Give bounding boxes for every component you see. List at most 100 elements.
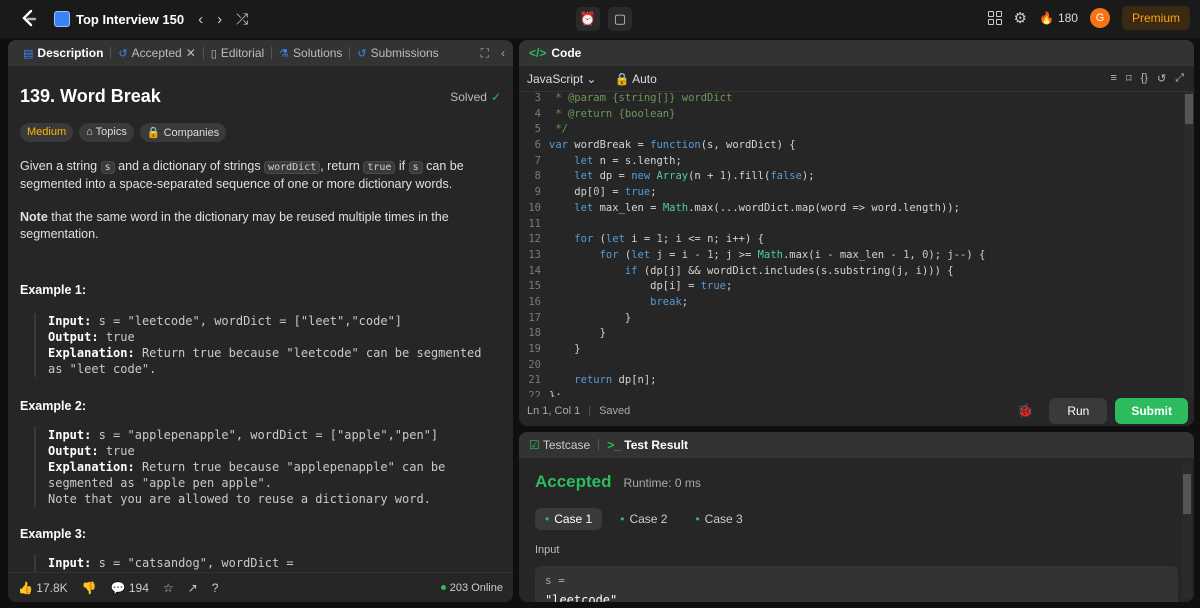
- editor-scrollbar[interactable]: [1184, 92, 1194, 397]
- avatar[interactable]: G: [1089, 8, 1110, 28]
- online-count: 203 Online: [440, 582, 503, 594]
- code-panel: </> Code JavaScript ⌄ 🔒 Auto ≡ ⌑ {} ↺ ⤢ …: [519, 40, 1194, 426]
- line-number: 13: [528, 248, 541, 261]
- problem-list-title[interactable]: Top Interview 150: [76, 12, 184, 27]
- share-icon[interactable]: ↗: [188, 581, 198, 595]
- prev-problem-icon[interactable]: ‹: [198, 11, 203, 28]
- tab-test-result[interactable]: >_ Test Result: [607, 438, 688, 452]
- auto-mode[interactable]: 🔒 Auto: [614, 72, 656, 86]
- timer-icon[interactable]: ⏰: [576, 7, 600, 31]
- code-line[interactable]: 7 let n = s.length;: [519, 155, 1179, 171]
- checkbox-icon: ☑: [529, 438, 543, 452]
- example-2-block: Input: s = "applepenapple", wordDict = […: [34, 427, 501, 507]
- premium-button[interactable]: Premium: [1121, 6, 1190, 30]
- test-scrollbar[interactable]: [1182, 462, 1192, 598]
- code-line[interactable]: 15 dp[i] = true;: [519, 280, 1179, 296]
- problem-description: 139. Word Break Solved ✓ Medium ⌂ Topics …: [8, 86, 513, 602]
- code-header: </> Code: [519, 40, 1194, 66]
- close-tab-icon[interactable]: ✕: [186, 46, 196, 60]
- code-text: let dp = new Array(n + 1).fill(false);: [574, 170, 815, 183]
- tab-editorial[interactable]: ▯ Editorial: [204, 46, 271, 60]
- reset-icon[interactable]: ↺: [1157, 72, 1166, 85]
- topics-chip[interactable]: ⌂ Topics: [79, 123, 134, 142]
- submit-button[interactable]: Submit: [1115, 398, 1188, 424]
- tab-description[interactable]: ▤ Description: [16, 46, 110, 60]
- problem-note: Note that the same word in the dictionar…: [20, 210, 449, 241]
- code-line[interactable]: 19 }: [519, 343, 1179, 359]
- debugger-icon[interactable]: 🐞: [1017, 403, 1033, 419]
- tab-testcase[interactable]: ☑ Testcase: [529, 438, 590, 452]
- run-button[interactable]: Run: [1049, 398, 1108, 424]
- code-line[interactable]: 10 let max_len = Math.max(...wordDict.ma…: [519, 202, 1179, 218]
- layout-grid-icon[interactable]: [987, 11, 1002, 25]
- notes-icon[interactable]: ▢: [608, 7, 632, 31]
- code-line[interactable]: 13 for (let j = i - 1; j >= Math.max(i -…: [519, 249, 1179, 265]
- line-number: 7: [534, 154, 541, 167]
- line-number: 5: [534, 123, 541, 136]
- dislike-icon[interactable]: 👎: [82, 581, 97, 595]
- line-number: 15: [528, 280, 541, 293]
- code-line[interactable]: 20: [519, 359, 1179, 375]
- expand-icon[interactable]: ⛶: [481, 46, 489, 61]
- collapse-icon[interactable]: ‹: [501, 46, 505, 61]
- line-number: 3: [534, 92, 541, 104]
- line-number: 17: [528, 311, 541, 324]
- code-line[interactable]: 5 */: [519, 123, 1179, 139]
- tab-accepted[interactable]: ↺ Accepted ✕: [111, 46, 202, 60]
- code-text: for (let i = 1; i <= n; i++) {: [574, 233, 764, 246]
- code-line[interactable]: 3 * @param {string[]} wordDict: [519, 92, 1179, 108]
- input-value-box: s = "leetcode": [535, 566, 1178, 602]
- code-line[interactable]: 9 dp[0] = true;: [519, 186, 1179, 202]
- companies-chip[interactable]: 🔒 Companies: [139, 123, 227, 142]
- fullscreen-icon[interactable]: ⤢: [1175, 72, 1184, 85]
- bookmark-icon[interactable]: ⌑: [1126, 72, 1132, 85]
- input-label: Input: [535, 544, 560, 556]
- example-2-title: Example 2:: [20, 399, 87, 413]
- case-1-tab[interactable]: • Case 1: [535, 508, 603, 530]
- format-icon[interactable]: ≡: [1111, 72, 1117, 85]
- tab-solutions[interactable]: ⚗ Solutions: [272, 46, 349, 60]
- code-line[interactable]: 21 return dp[n];: [519, 374, 1179, 390]
- code-line[interactable]: 4 * @return {boolean}: [519, 108, 1179, 124]
- comments-button[interactable]: 💬 194: [111, 581, 149, 595]
- case-2-tab[interactable]: • Case 2: [610, 508, 677, 530]
- star-icon[interactable]: ☆: [163, 581, 174, 595]
- streak-counter[interactable]: 🔥 180: [1039, 11, 1078, 25]
- code-text: var wordBreak = function(s, wordDict) {: [549, 139, 796, 152]
- terminal-icon: >_: [607, 438, 625, 452]
- case-3-tab[interactable]: • Case 3: [685, 508, 752, 530]
- language-select[interactable]: JavaScript ⌄: [527, 72, 596, 86]
- code-line[interactable]: 11: [519, 218, 1179, 234]
- braces-icon[interactable]: {}: [1141, 72, 1148, 85]
- check-circle-icon: ✓: [490, 89, 501, 104]
- code-text: dp[i] = true;: [549, 280, 733, 293]
- solved-status: Solved ✓: [450, 89, 501, 104]
- code-text: */: [549, 123, 568, 136]
- line-number: 9: [534, 186, 541, 199]
- language-bar: JavaScript ⌄ 🔒 Auto ≡ ⌑ {} ↺ ⤢: [519, 66, 1194, 92]
- line-number: 19: [528, 343, 541, 355]
- code-line[interactable]: 17 }: [519, 312, 1179, 328]
- line-number: 14: [528, 264, 541, 277]
- line-number: 4: [534, 107, 541, 120]
- code-line[interactable]: 8 let dp = new Array(n + 1).fill(false);: [519, 170, 1179, 186]
- code-line[interactable]: 6 var wordBreak = function(s, wordDict) {: [519, 139, 1179, 155]
- settings-gear-icon[interactable]: ⚙: [1014, 9, 1027, 27]
- page-title[interactable]: 139. Word Break: [20, 86, 161, 107]
- study-plan-icon[interactable]: [54, 11, 70, 27]
- code-line[interactable]: 12 for (let i = 1; i <= n; i++) {: [519, 233, 1179, 249]
- tab-submissions[interactable]: ↺ Submissions: [350, 46, 445, 60]
- code-line[interactable]: 16 break;: [519, 296, 1179, 312]
- next-problem-icon[interactable]: ›: [217, 11, 222, 28]
- description-icon: ▤: [23, 47, 34, 60]
- code-line[interactable]: 14 if (dp[j] && wordDict.includes(s.subs…: [519, 265, 1179, 281]
- code-line[interactable]: 18 }: [519, 327, 1179, 343]
- example-1-block: Input: s = "leetcode", wordDict = ["leet…: [34, 313, 501, 377]
- like-button[interactable]: 👍 17.8K: [18, 581, 68, 595]
- code-editor[interactable]: 3 * @param {string[]} wordDict 4 * @retur…: [519, 92, 1179, 397]
- leetcode-logo-icon[interactable]: [18, 8, 40, 30]
- help-icon[interactable]: ?: [212, 581, 219, 595]
- book-icon: ▯: [210, 47, 217, 60]
- save-status: Saved: [599, 405, 631, 417]
- shuffle-icon[interactable]: ⤮: [236, 11, 248, 28]
